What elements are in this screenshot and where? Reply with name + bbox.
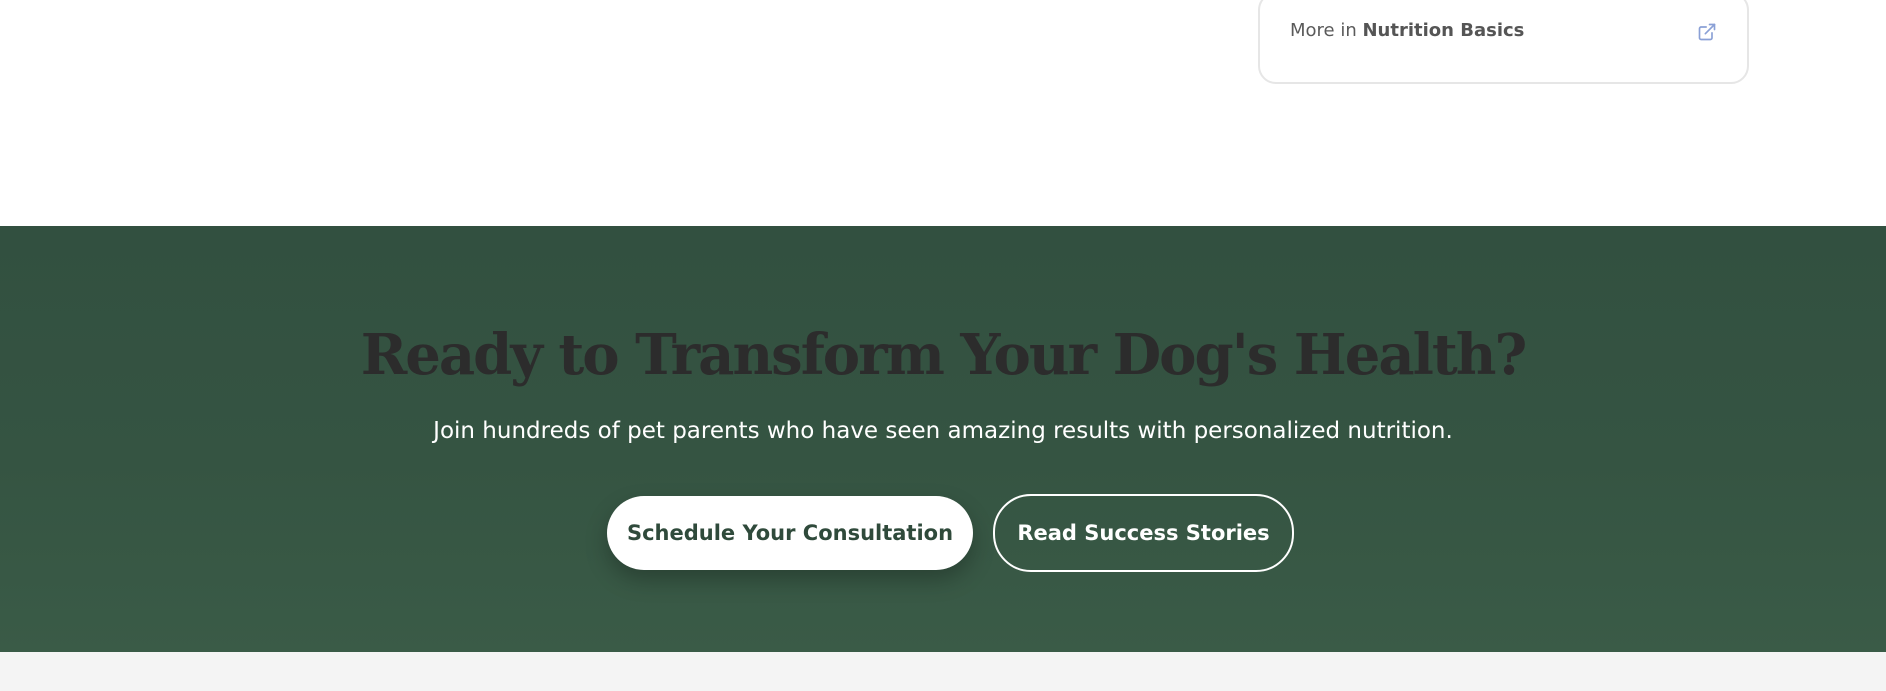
related-section: More in Nutrition Basics xyxy=(0,0,1886,226)
external-link-icon[interactable] xyxy=(1697,22,1717,42)
page: More in Nutrition Basics Ready to Transf… xyxy=(0,0,1886,691)
category-name: Nutrition Basics xyxy=(1362,20,1525,41)
cta-section: Ready to Transform Your Dog's Health? Jo… xyxy=(0,226,1886,652)
cta-subtitle: Join hundreds of pet parents who have se… xyxy=(433,418,1453,444)
more-in-category-link[interactable]: More in Nutrition Basics xyxy=(1290,20,1524,41)
schedule-consultation-button[interactable]: Schedule Your Consultation xyxy=(607,496,973,570)
cta-title: Ready to Transform Your Dog's Health? xyxy=(360,322,1528,388)
more-in-prefix: More in xyxy=(1290,20,1363,41)
more-in-category-card[interactable]: More in Nutrition Basics xyxy=(1258,0,1749,84)
footer-strip xyxy=(0,652,1886,691)
read-success-stories-button[interactable]: Read Success Stories xyxy=(993,494,1294,572)
